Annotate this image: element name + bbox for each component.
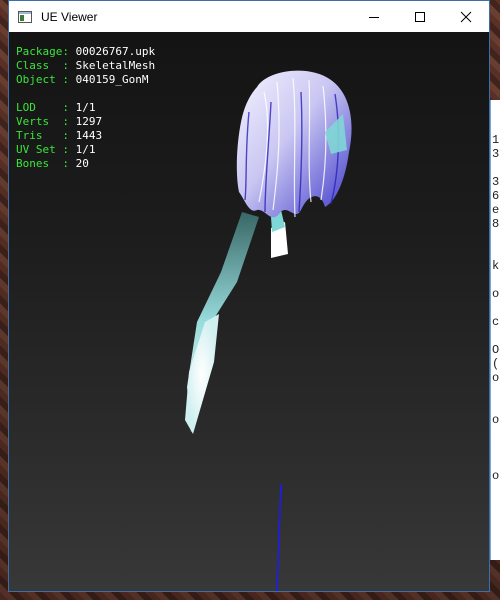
info-class: Class : SkeletalMesh: [16, 59, 156, 72]
info-lod: LOD : 1/1: [16, 101, 96, 114]
maximize-button[interactable]: [397, 1, 443, 32]
info-tris: Tris : 1443: [16, 129, 103, 142]
close-button[interactable]: [443, 1, 489, 32]
app-icon: [17, 9, 33, 25]
maximize-icon: [415, 11, 425, 22]
close-icon: [460, 11, 472, 22]
axis-line: [276, 483, 282, 591]
window-controls: [351, 1, 489, 32]
background-window-edge: 1 3 3 6 e 8 k o c O ( o o o: [490, 100, 500, 560]
info-uvset: UV Set : 1/1: [16, 143, 96, 156]
info-package: Package: 00026767.upk: [16, 45, 156, 58]
minimize-icon: [369, 16, 379, 18]
hair-ribbon-tip: [185, 314, 219, 434]
mesh-info-overlay: Package: 00026767.upk Class : SkeletalMe…: [16, 45, 155, 171]
info-object: Object : 040159_GonM: [16, 73, 149, 86]
info-bones: Bones : 20: [16, 157, 89, 170]
3d-viewport[interactable]: Package: 00026767.upk Class : SkeletalMe…: [9, 32, 489, 591]
info-verts: Verts : 1297: [16, 115, 103, 128]
ue-viewer-window: UE Viewer Package: 00026767.upk Class: …: [8, 0, 490, 592]
title-bar[interactable]: UE Viewer: [9, 1, 489, 32]
minimize-button[interactable]: [351, 1, 397, 32]
window-title: UE Viewer: [41, 9, 98, 24]
